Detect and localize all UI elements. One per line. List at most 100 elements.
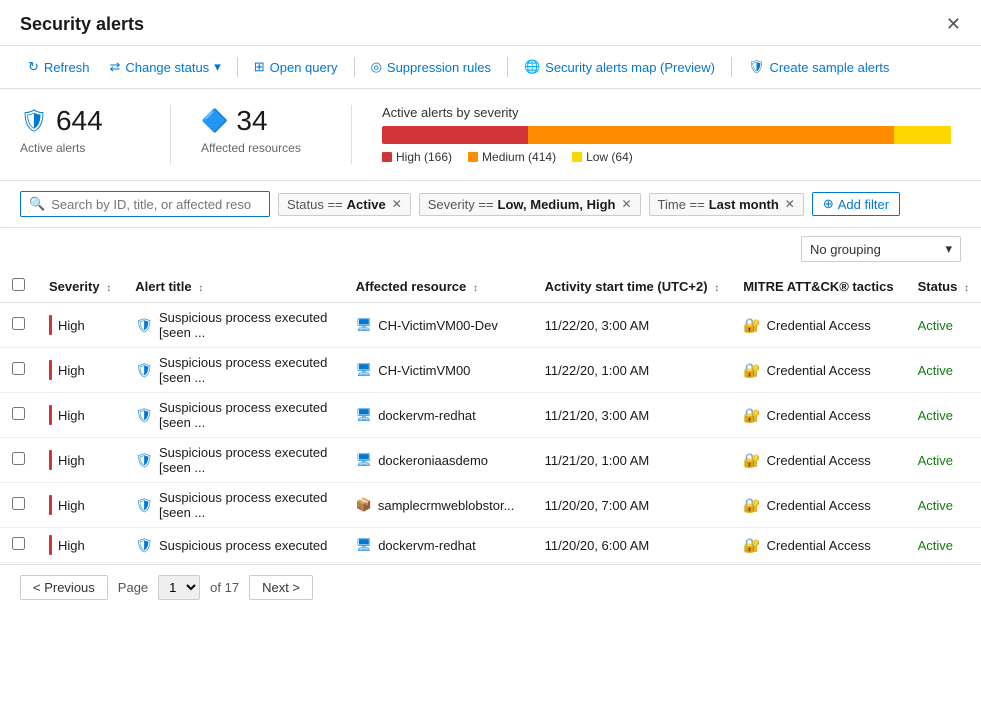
legend-high-label: High (166): [396, 150, 452, 164]
table-row[interactable]: High 🛡 Suspicious process executed [seen…: [0, 483, 981, 528]
th-activity-time[interactable]: Activity start time (UTC+2) ↕: [533, 270, 732, 303]
row-checkbox[interactable]: [12, 362, 25, 375]
th-mitre: MITRE ATT&CK® tactics: [731, 270, 905, 303]
create-sample-alerts-button[interactable]: 🛡 Create sample alerts: [740, 54, 897, 80]
th-affected-resource[interactable]: Affected resource ↕: [344, 270, 533, 303]
alert-icon: 🛡: [135, 362, 153, 379]
row-alert-title: 🛡 Suspicious process executed: [123, 528, 343, 563]
select-all-checkbox[interactable]: [12, 278, 25, 291]
title-bar: Security alerts ✕: [0, 0, 981, 46]
toolbar-divider-3: [507, 57, 508, 77]
time-filter-key: Time ==: [658, 197, 705, 212]
resource-icon: 📦: [356, 497, 372, 513]
page-select[interactable]: 1: [158, 575, 200, 600]
affected-resources-icon: 🔷: [201, 108, 228, 134]
row-checkbox[interactable]: [12, 452, 25, 465]
toolbar: ↻ Refresh ⇄ Change status ▾ ⊞ Open query…: [0, 46, 981, 89]
severity-legend: High (166) Medium (414) Low (64): [382, 150, 961, 164]
resource-icon: 🖥: [356, 537, 373, 553]
pagination: < Previous Page 1 of 17 Next >: [0, 564, 981, 610]
severity-value: High: [58, 408, 85, 423]
page-title: Security alerts: [20, 14, 144, 35]
severity-filter-remove[interactable]: ✕: [621, 197, 631, 211]
severity-filter-chip[interactable]: Severity == Low, Medium, High ✕: [419, 193, 641, 216]
change-status-icon: ⇄: [109, 59, 120, 75]
th-status[interactable]: Status ↕: [906, 270, 981, 303]
mitre-icon: 🔐: [743, 362, 760, 379]
alert-icon: 🛡: [135, 452, 153, 469]
filter-bar: 🔍 Status == Active ✕ Severity == Low, Me…: [0, 181, 981, 228]
previous-label: < Previous: [33, 580, 95, 595]
sort-status-icon: ↕: [964, 283, 969, 294]
severity-value: High: [58, 363, 85, 378]
time-value: 11/22/20, 3:00 AM: [545, 318, 650, 333]
status-filter-remove[interactable]: ✕: [392, 197, 402, 211]
alert-title-text: Suspicious process executed [seen ...: [159, 400, 332, 430]
table-row[interactable]: High 🛡 Suspicious process executed 🖥 doc…: [0, 528, 981, 563]
search-icon: 🔍: [29, 196, 45, 212]
row-status: Active: [906, 483, 981, 528]
row-checkbox[interactable]: [12, 317, 25, 330]
row-affected-resource: 🖥 dockervm-redhat: [344, 393, 533, 438]
table-row[interactable]: High 🛡 Suspicious process executed [seen…: [0, 438, 981, 483]
row-status: Active: [906, 348, 981, 393]
status-value: Active: [918, 498, 953, 513]
resource-name: dockervm-redhat: [378, 538, 476, 553]
time-filter-chip[interactable]: Time == Last month ✕: [649, 193, 804, 216]
suppression-rules-button[interactable]: ◎ Suppression rules: [363, 54, 499, 80]
table-container: Severity ↕ Alert title ↕ Affected resour…: [0, 270, 981, 610]
row-status: Active: [906, 393, 981, 438]
sort-time-icon: ↕: [714, 283, 719, 294]
add-filter-button[interactable]: ⊕ Add filter: [812, 192, 900, 216]
search-box[interactable]: 🔍: [20, 191, 270, 217]
add-filter-icon: ⊕: [823, 196, 834, 212]
row-checkbox-cell: [0, 528, 37, 563]
active-alerts-icon: 🛡: [20, 108, 48, 134]
table-row[interactable]: High 🛡 Suspicious process executed [seen…: [0, 348, 981, 393]
table-row[interactable]: High 🛡 Suspicious process executed [seen…: [0, 303, 981, 348]
row-checkbox-cell: [0, 393, 37, 438]
next-button[interactable]: Next >: [249, 575, 313, 600]
grouping-select[interactable]: No grouping ▾: [801, 236, 961, 262]
refresh-button[interactable]: ↻ Refresh: [20, 54, 97, 80]
row-alert-title: 🛡 Suspicious process executed [seen ...: [123, 483, 343, 528]
row-alert-title: 🛡 Suspicious process executed [seen ...: [123, 303, 343, 348]
active-alerts-stat: 🛡 644 Active alerts: [20, 105, 140, 164]
search-input[interactable]: [51, 197, 251, 212]
th-alert-title[interactable]: Alert title ↕: [123, 270, 343, 303]
mitre-value: Credential Access: [767, 318, 871, 333]
severity-indicator: [49, 450, 52, 470]
close-button[interactable]: ✕: [946, 14, 961, 35]
legend-low-dot: [572, 152, 582, 162]
page-of: of 17: [210, 580, 239, 595]
grouping-label: No grouping: [810, 242, 881, 257]
status-filter-chip[interactable]: Status == Active ✕: [278, 193, 411, 216]
row-affected-resource: 📦 samplecrmweblobstor...: [344, 483, 533, 528]
severity-indicator: [49, 535, 52, 555]
legend-high: High (166): [382, 150, 452, 164]
change-status-button[interactable]: ⇄ Change status ▾: [101, 54, 228, 80]
table-row[interactable]: High 🛡 Suspicious process executed [seen…: [0, 393, 981, 438]
toolbar-divider-4: [731, 57, 732, 77]
status-filter-key: Status ==: [287, 197, 343, 212]
row-checkbox[interactable]: [12, 407, 25, 420]
page-label: Page: [118, 580, 148, 595]
severity-indicator: [49, 315, 52, 335]
row-affected-resource: 🖥 CH-VictimVM00-Dev: [344, 303, 533, 348]
row-checkbox[interactable]: [12, 537, 25, 550]
row-time: 11/22/20, 3:00 AM: [533, 303, 732, 348]
legend-medium: Medium (414): [468, 150, 556, 164]
active-alerts-label: Active alerts: [20, 141, 140, 155]
security-alerts-map-button[interactable]: 🌐 Security alerts map (Preview): [516, 54, 723, 80]
row-checkbox[interactable]: [12, 497, 25, 510]
open-query-button[interactable]: ⊞ Open query: [246, 54, 346, 80]
sort-resource-icon: ↕: [473, 283, 478, 294]
severity-chart: Active alerts by severity High (166) Med…: [382, 105, 961, 164]
previous-button[interactable]: < Previous: [20, 575, 108, 600]
time-filter-remove[interactable]: ✕: [785, 197, 795, 211]
severity-bar-container: [382, 126, 961, 144]
mitre-value: Credential Access: [767, 498, 871, 513]
th-severity[interactable]: Severity ↕: [37, 270, 123, 303]
chart-title: Active alerts by severity: [382, 105, 961, 120]
legend-low: Low (64): [572, 150, 633, 164]
